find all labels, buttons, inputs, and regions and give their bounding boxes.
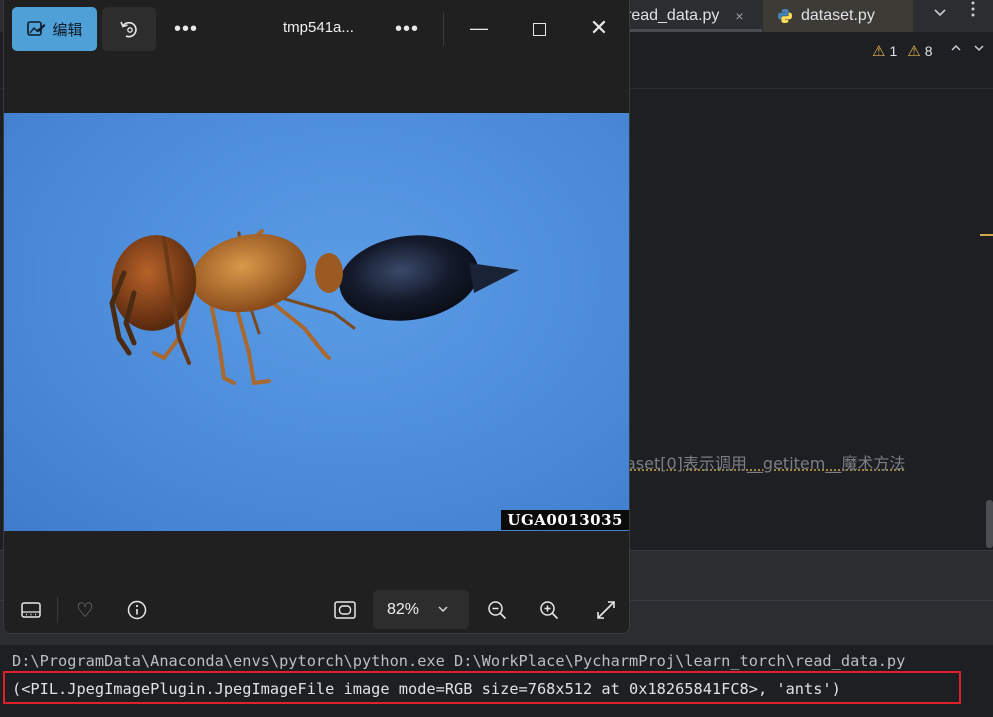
ant-photo[interactable]: UGA0013035 [4,113,629,531]
filmstrip-icon [21,602,41,618]
photo-watermark: UGA0013035 [501,510,629,530]
weak-warning-icon: ⚠ [907,43,921,60]
zoom-value: 82% [387,600,420,618]
tab-read-data[interactable]: read_data.py × [626,0,762,32]
zoom-out-icon [488,601,507,620]
favorite-heart-icon[interactable]: ♡ [70,595,100,625]
photo-viewer-window: 编辑 ••• tmp541a... ••• — ✕ UGA0013035 ♡ 8… [3,0,630,634]
editor-scrollbar[interactable] [986,500,993,548]
filmstrip-button[interactable] [16,595,46,625]
minimize-button[interactable]: — [459,14,499,44]
maximize-button[interactable] [519,14,559,44]
expand-icon [597,601,615,619]
warning-count: 1 [889,43,898,59]
maximize-icon [532,22,546,36]
tab-dataset[interactable]: dataset.py [763,0,913,32]
console-output-line: (<PIL.JpegImagePlugin.JpegImageFile imag… [12,680,841,698]
file-title: tmp541a... [283,19,354,36]
console-command-line: D:\ProgramData\Anaconda\envs\pytorch\pyt… [12,652,906,670]
edit-button[interactable]: 编辑 [12,7,97,51]
more-options-button[interactable]: ••• [387,14,427,44]
python-icon [778,9,792,23]
divider [443,12,444,46]
edit-label: 编辑 [52,21,83,39]
rotate-button[interactable] [102,7,156,51]
info-icon [127,600,147,620]
close-button[interactable]: ✕ [579,14,619,44]
chevron-up-icon[interactable] [950,41,962,57]
inspection-widget[interactable]: ⚠ 1 ⚠ 8 [872,42,933,60]
rotate-icon [120,21,137,38]
zoom-in-icon [540,601,559,620]
divider [57,597,58,623]
chevron-down-icon[interactable] [933,6,947,23]
zoom-in-button[interactable] [534,595,564,625]
viewer-bottom-toolbar: ♡ 82% [4,585,629,633]
ant-image [109,229,519,386]
edit-image-icon [27,21,46,36]
zoom-out-button[interactable] [482,595,512,625]
warning-icon: ⚠ [872,43,886,60]
tab-label: dataset.py [801,7,875,24]
fit-screen-icon [334,601,356,619]
more-options-button[interactable]: ••• [166,14,206,44]
fullscreen-button[interactable] [591,595,621,625]
code-comment-line: aset[0]表示调用__getitem__魔术方法 [626,454,906,473]
zoom-level-dropdown[interactable]: 82% [373,590,469,629]
tab-label: read_data.py [626,7,720,24]
kebab-icon[interactable] [966,0,980,23]
chevron-down-icon[interactable] [973,41,985,57]
error-stripe-marker[interactable] [980,234,993,236]
weak-warning-count: 8 [924,43,933,59]
fit-to-window-button[interactable] [329,595,361,625]
run-console[interactable]: D:\ProgramData\Anaconda\envs\pytorch\pyt… [0,645,993,717]
tab-close-icon[interactable]: × [735,8,743,24]
viewer-titlebar[interactable]: 编辑 ••• tmp541a... ••• — ✕ [4,0,629,58]
chevron-down-icon [437,603,449,617]
info-button[interactable] [122,595,152,625]
